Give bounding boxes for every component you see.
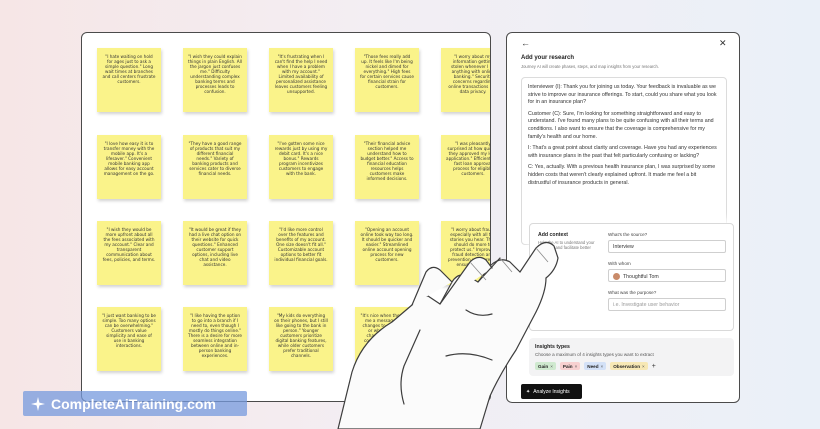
- insight-chip[interactable]: Need ×: [584, 362, 607, 370]
- sticky-note[interactable]: "Their financial advice section helped m…: [355, 135, 419, 199]
- insight-types-section: Insights types Choose a maximum of 4 ins…: [529, 338, 734, 376]
- add-research-panel: ← ✕ Add your research Journey AI will cr…: [506, 32, 740, 403]
- sticky-note[interactable]: "They have a good range of products that…: [183, 135, 247, 199]
- analyze-label: Analyze Insights: [533, 388, 570, 395]
- sparkle-logo-icon: [31, 396, 45, 411]
- insight-chip[interactable]: Pain ×: [559, 362, 581, 370]
- sticky-note[interactable]: "It would be great if they had a live ch…: [183, 221, 247, 285]
- insights-heading: Insights types: [535, 344, 570, 350]
- source-field[interactable]: Interview: [608, 240, 726, 253]
- sticky-note[interactable]: "I like having the option to go into a b…: [183, 307, 247, 371]
- remove-chip-icon[interactable]: ×: [550, 364, 553, 369]
- whom-label: With whom: [608, 261, 631, 266]
- sticky-note[interactable]: "I wish they could explain things in pla…: [183, 48, 247, 112]
- panel-subtitle: Journey AI will create phases, steps, an…: [521, 64, 660, 69]
- sticky-note[interactable]: "Those fees really add up. It feels like…: [355, 48, 419, 112]
- transcript-line: Customer (C): Sure, I'm looking for some…: [528, 110, 714, 140]
- chip-label: Need: [587, 363, 599, 369]
- sticky-note[interactable]: "It's nice when they send me a message a…: [355, 307, 419, 371]
- sticky-note[interactable]: "I hate waiting on hold for ages just to…: [97, 48, 161, 112]
- close-icon[interactable]: ✕: [719, 39, 727, 48]
- sticky-note[interactable]: "I'd like more control over the features…: [269, 221, 333, 285]
- remove-chip-icon[interactable]: ×: [601, 364, 604, 369]
- insight-chip[interactable]: Observation ×: [610, 362, 648, 370]
- insight-chip[interactable]: Gain ×: [535, 362, 556, 370]
- purpose-field[interactable]: i.e. Investigate user behavior: [608, 298, 726, 311]
- sticky-note[interactable]: "I was pleasantly surprised at how quick…: [441, 135, 490, 199]
- sticky-note[interactable]: "I wish they would be more upfront about…: [97, 221, 161, 285]
- sticky-note[interactable]: "I worry about fraud, especially with al…: [441, 221, 490, 285]
- chip-label: Pain: [562, 363, 573, 369]
- remove-chip-icon[interactable]: ×: [575, 364, 578, 369]
- sticky-notes-board: "I hate waiting on hold for ages just to…: [81, 32, 491, 402]
- source-label: What's the source?: [608, 232, 648, 237]
- context-description: Help the AI to understand your research …: [538, 240, 595, 256]
- chip-label: Gain: [538, 363, 549, 369]
- whom-field[interactable]: Thoughtful Tom: [608, 269, 726, 282]
- watermark-logo: CompleteAiTraining.com: [23, 391, 247, 416]
- insights-description: Choose a maximum of 4 insights types you…: [535, 352, 654, 357]
- sticky-note[interactable]: "It's frustrating when I can't find the …: [269, 48, 333, 112]
- panel-title: Add your research: [521, 55, 575, 61]
- analyze-insights-button[interactable]: ✦ Analyze Insights: [521, 384, 582, 399]
- sticky-note[interactable]: "I feel valued when they remember me and…: [441, 307, 490, 371]
- sticky-note[interactable]: "My kids do everything on their phones, …: [269, 307, 333, 371]
- sticky-note[interactable]: "I love how easy it is to transfer money…: [97, 135, 161, 199]
- transcript-line: Interviewer (I): Thank you for joining u…: [528, 84, 717, 106]
- sticky-note[interactable]: "I worry about my information getting st…: [441, 48, 490, 112]
- watermark-text: CompleteAiTraining.com: [51, 395, 216, 412]
- sticky-note[interactable]: "Opening an account online took way too …: [355, 221, 419, 285]
- purpose-label: What was the purpose?: [608, 290, 657, 295]
- avatar: [613, 273, 620, 280]
- transcript-line: C: Yes, actually. With a previous health…: [528, 164, 716, 186]
- add-chip-button[interactable]: +: [652, 363, 656, 370]
- back-arrow-icon[interactable]: ←: [521, 39, 530, 48]
- sparkle-icon: ✦: [526, 388, 531, 395]
- remove-chip-icon[interactable]: ×: [642, 364, 645, 369]
- sticky-note[interactable]: "I've gotten some nice rewards just by u…: [269, 135, 333, 199]
- insight-chips: Gain × Pain × Need × Observation × +: [535, 362, 656, 370]
- transcript-textarea[interactable]: Interviewer (I): Thank you for joining u…: [521, 77, 727, 245]
- context-heading: Add context: [538, 232, 568, 238]
- transcript-line: I: That's a great point about clarity an…: [528, 145, 717, 159]
- add-context-card: Add context Help the AI to understand yo…: [529, 223, 734, 331]
- sticky-note[interactable]: "I just want banking to be simple. Too m…: [97, 307, 161, 371]
- chip-label: Observation: [613, 363, 641, 369]
- whom-value: Thoughtful Tom: [623, 273, 659, 280]
